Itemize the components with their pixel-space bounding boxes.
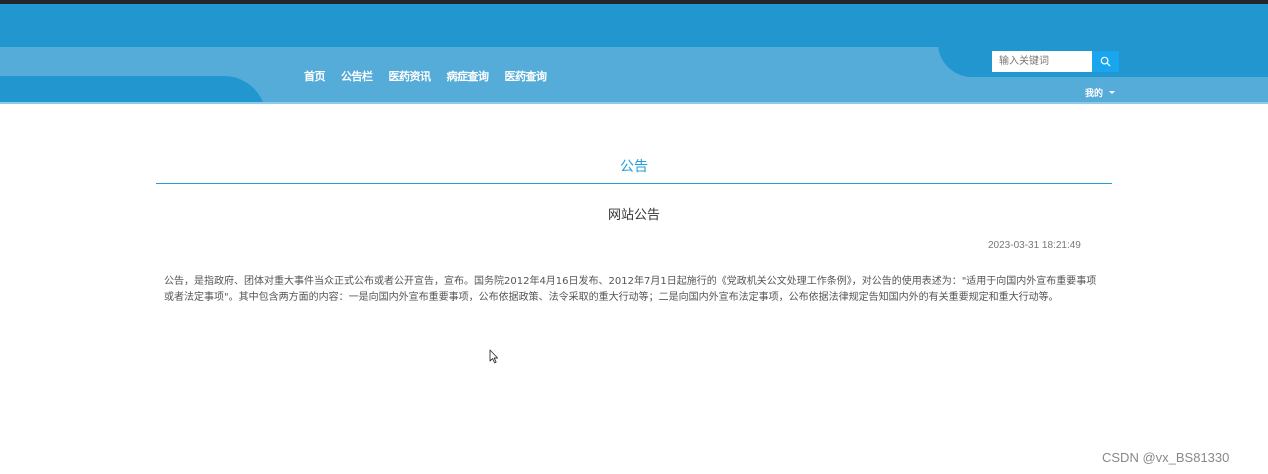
nav-item-medical-news[interactable]: 医药资讯 (389, 68, 432, 84)
section-divider (156, 183, 1112, 184)
nav-item-home[interactable]: 首页 (304, 68, 326, 84)
search-button[interactable] (1092, 51, 1119, 72)
nav-item-medicine-query[interactable]: 医药查询 (505, 68, 548, 84)
user-menu-label: 我的 (1085, 89, 1104, 99)
article-title: 网站公告 (607, 208, 660, 223)
user-menu[interactable]: 我的 (1085, 86, 1116, 99)
nav-item-disease-query[interactable]: 病症查询 (447, 68, 490, 84)
header-curve-left (0, 76, 266, 104)
search-input[interactable] (992, 51, 1092, 72)
nav-item-notices[interactable]: 公告栏 (341, 68, 373, 84)
article-date: 2023-03-31 18:21:49 (988, 240, 1081, 251)
watermark: CSDN @vx_BS81330 (1102, 450, 1230, 465)
header-underline (0, 102, 1268, 104)
main-nav: 首页 公告栏 医药资讯 病症查询 医药查询 (304, 68, 547, 84)
search-icon (1100, 56, 1111, 67)
caret-down-icon (1109, 91, 1116, 94)
article-body: 公告，是指政府、团体对重大事件当众正式公布或者公开宣告，宣布。国务院2012年4… (164, 276, 1097, 303)
search-box (992, 51, 1119, 72)
mouse-cursor-icon (489, 349, 499, 364)
section-title: 公告 (620, 159, 648, 175)
